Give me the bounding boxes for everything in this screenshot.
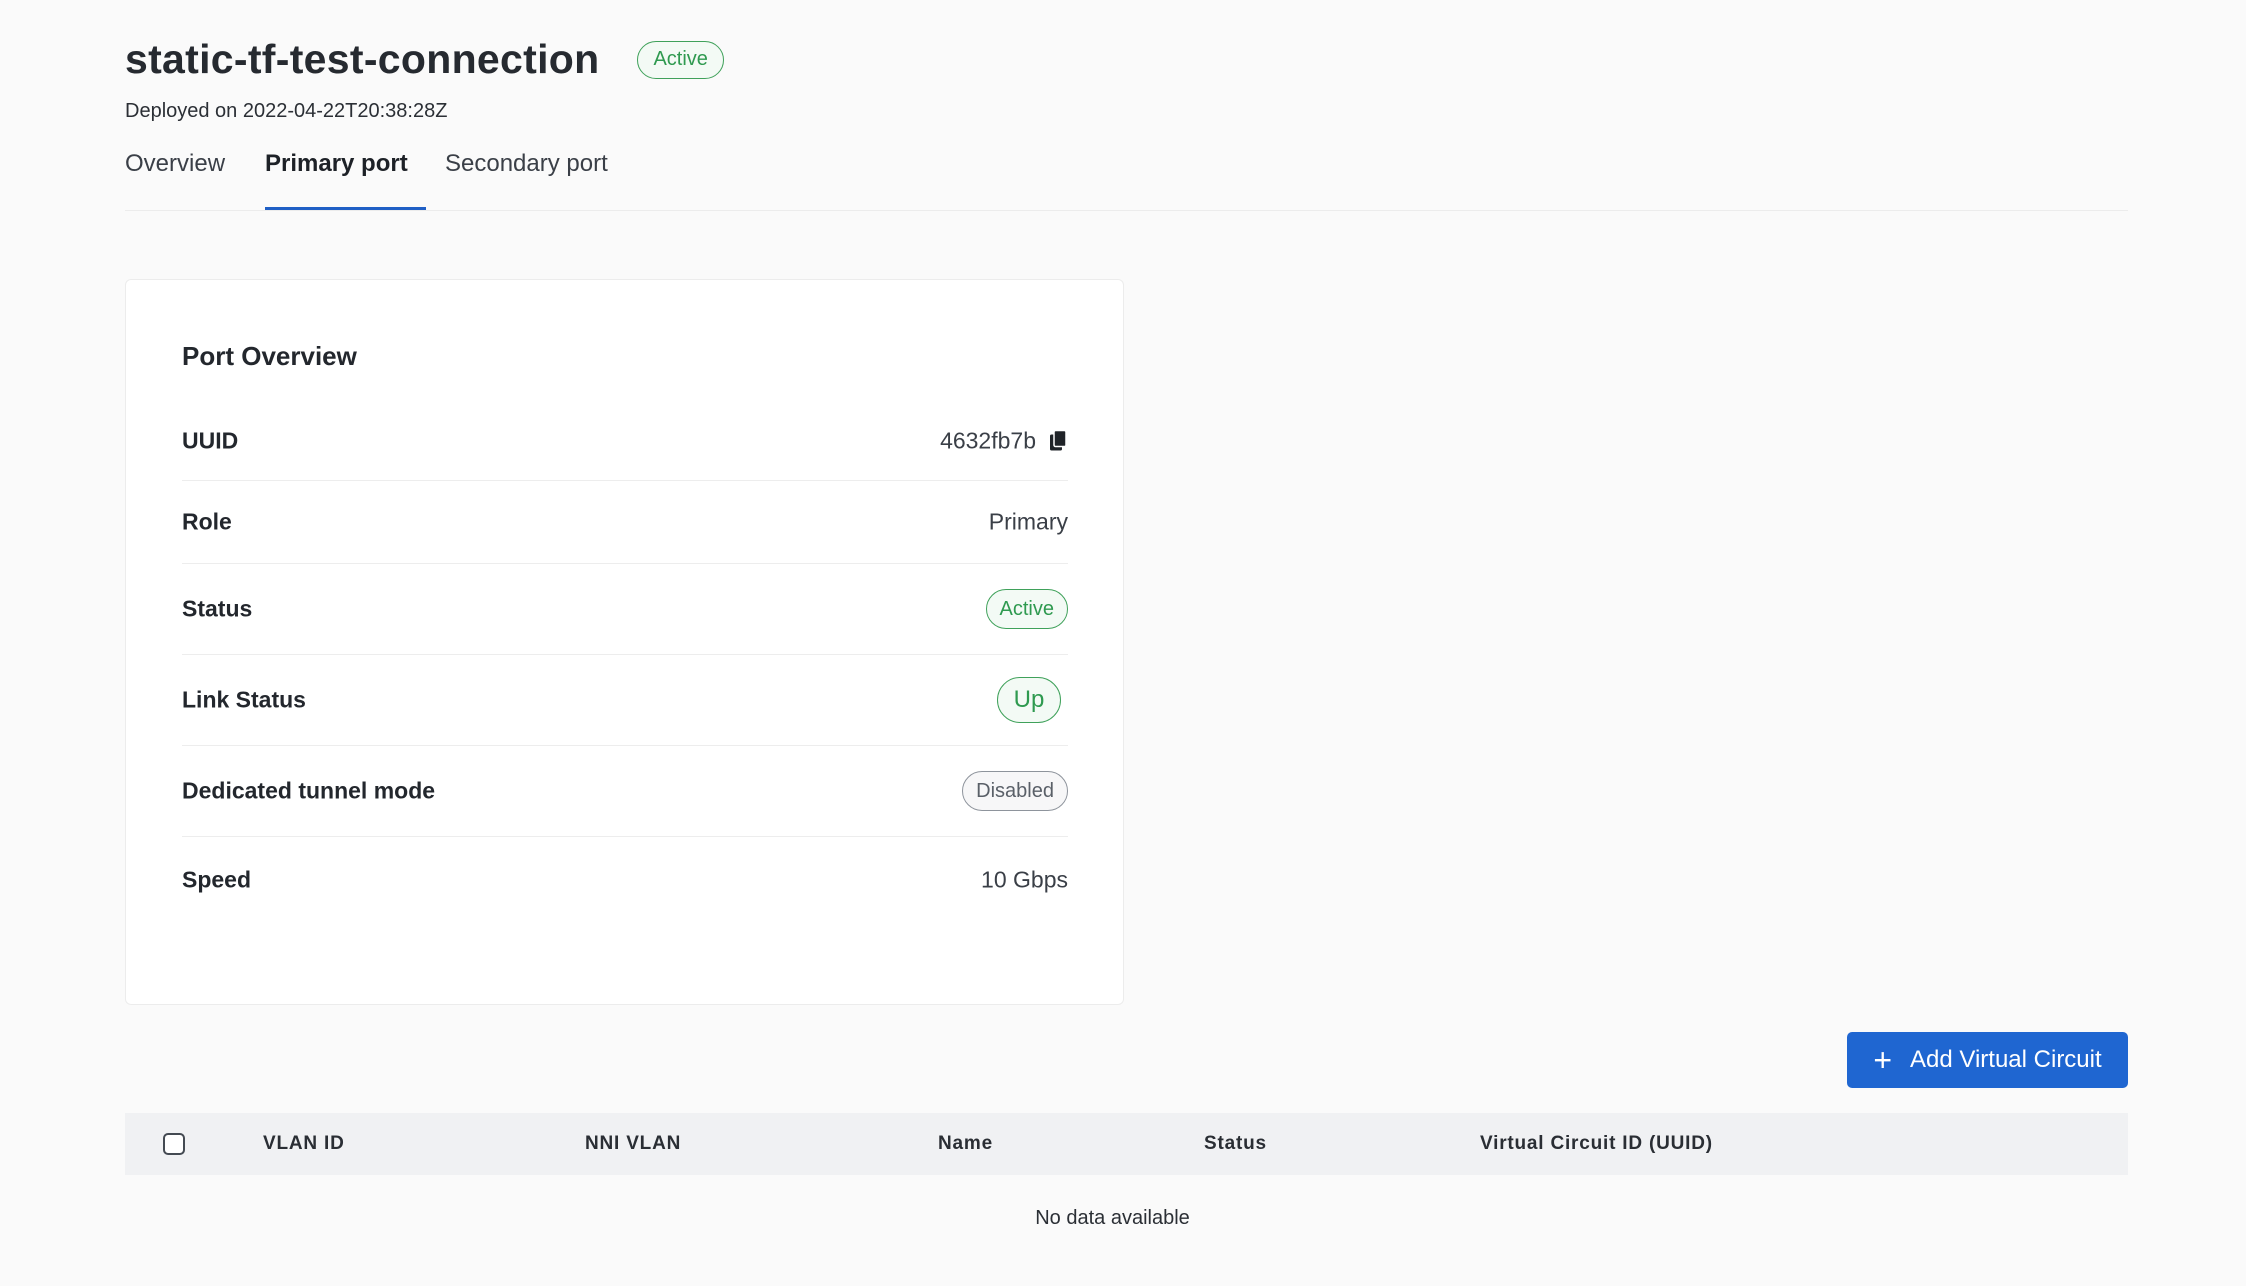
status-row: Status Active — [182, 564, 1068, 655]
status-label: Status — [182, 595, 253, 622]
speed-label: Speed — [182, 866, 252, 893]
tunnel-mode-label: Dedicated tunnel mode — [182, 777, 436, 804]
virtual-circuits-table: VLAN ID NNI VLAN Name Status Virtual Cir… — [125, 1113, 2128, 1230]
page-header: static-tf-test-connection Active — [125, 36, 724, 83]
tunnel-mode-badge: Disabled — [962, 771, 1068, 811]
tab-secondary-port[interactable]: Secondary port — [445, 150, 608, 210]
uuid-value-group: 4632fb7b — [940, 427, 1068, 454]
role-row: Role Primary — [182, 481, 1068, 564]
speed-value: 10 Gbps — [981, 866, 1068, 893]
uuid-row: UUID 4632fb7b — [182, 401, 1068, 481]
link-status-label: Link Status — [182, 686, 306, 713]
copy-icon[interactable] — [1048, 429, 1068, 452]
add-virtual-circuit-button[interactable]: + Add Virtual Circuit — [1847, 1032, 2128, 1088]
role-value: Primary — [988, 508, 1068, 535]
link-status-row: Link Status Up — [182, 655, 1068, 746]
column-name[interactable]: Name — [938, 1133, 993, 1155]
speed-row: Speed 10 Gbps — [182, 837, 1068, 923]
role-label: Role — [182, 508, 232, 535]
card-title: Port Overview — [182, 341, 357, 371]
empty-state-text: No data available — [1035, 1207, 1190, 1229]
tunnel-mode-row: Dedicated tunnel mode Disabled — [182, 746, 1068, 837]
status-value-group: Active — [985, 589, 1068, 629]
uuid-label: UUID — [182, 427, 239, 453]
port-overview-card: Port Overview UUID 4632fb7b Role Primary… — [125, 279, 1124, 1005]
add-virtual-circuit-label: Add Virtual Circuit — [1910, 1046, 2102, 1073]
tunnel-mode-value-group: Disabled — [962, 771, 1068, 811]
deployed-date: Deployed on 2022-04-22T20:38:28Z — [125, 100, 448, 122]
tab-overview[interactable]: Overview — [125, 150, 225, 210]
link-status-badge: Up — [997, 677, 1061, 723]
port-status-badge: Active — [985, 589, 1068, 629]
column-nni-vlan[interactable]: NNI VLAN — [585, 1133, 681, 1155]
table-header: VLAN ID NNI VLAN Name Status Virtual Cir… — [125, 1113, 2128, 1175]
empty-state: No data available — [125, 1175, 2128, 1230]
plus-icon: + — [1873, 1042, 1893, 1078]
connection-status-badge: Active — [637, 40, 724, 79]
page-title: static-tf-test-connection — [125, 36, 600, 82]
tab-primary-port[interactable]: Primary port — [265, 150, 426, 210]
column-status[interactable]: Status — [1204, 1133, 1267, 1155]
select-all-checkbox[interactable] — [163, 1133, 185, 1155]
column-vlan-id[interactable]: VLAN ID — [263, 1133, 345, 1155]
tab-bar: Overview Primary port Secondary port — [125, 150, 2128, 211]
link-status-value-group: Up — [997, 677, 1068, 723]
column-virtual-circuit-id[interactable]: Virtual Circuit ID (UUID) — [1480, 1133, 1713, 1155]
uuid-value: 4632fb7b — [940, 427, 1036, 453]
